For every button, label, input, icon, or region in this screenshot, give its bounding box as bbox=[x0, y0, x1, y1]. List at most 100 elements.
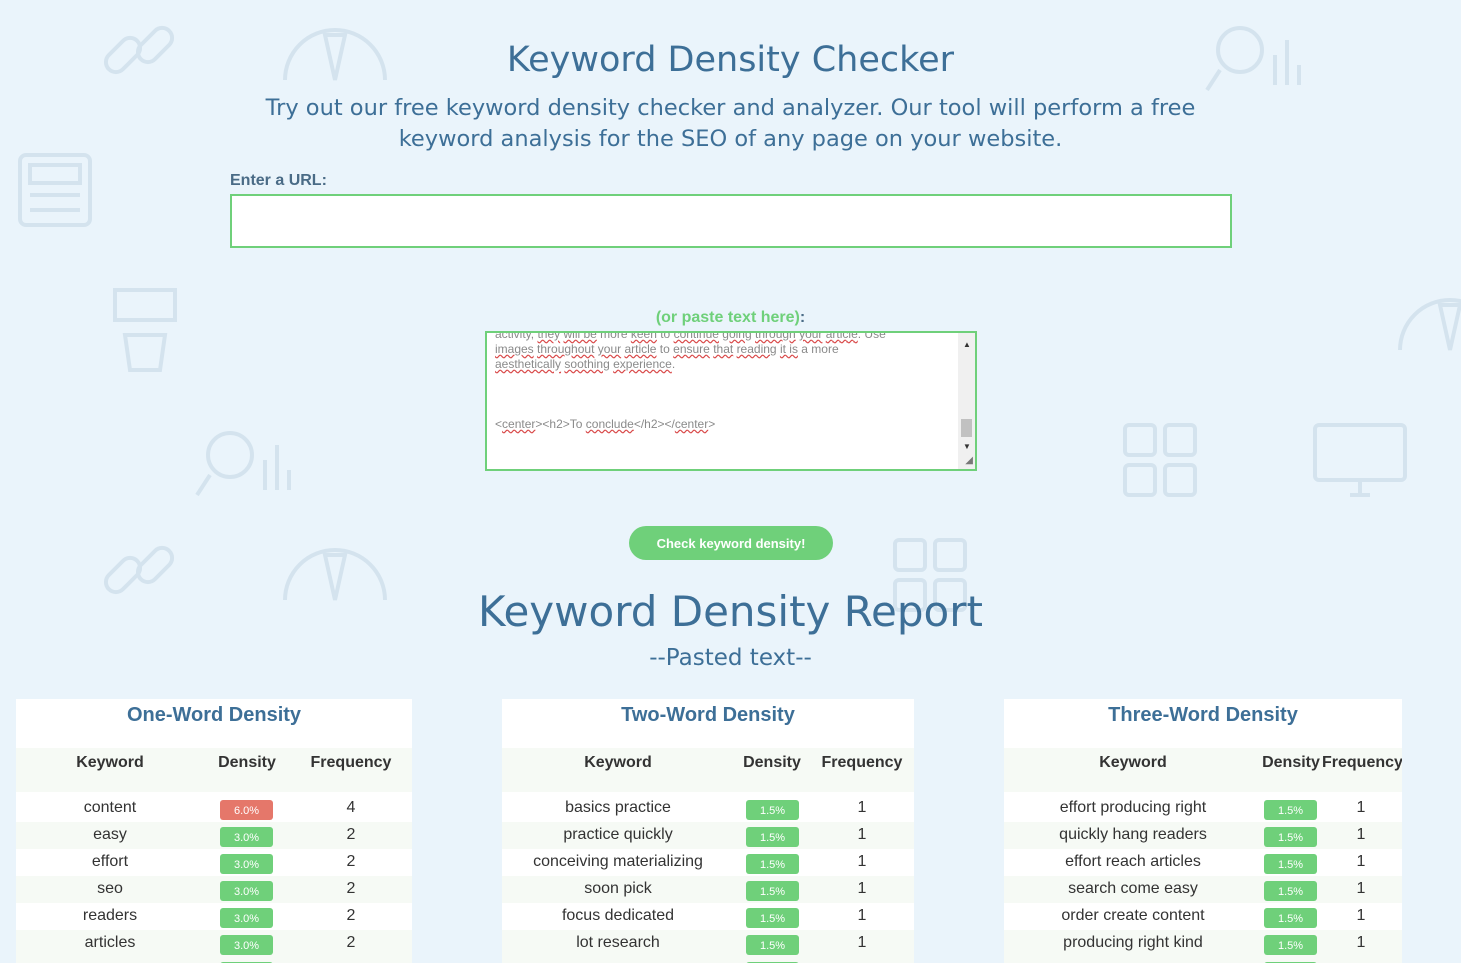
calculator-grid-icon bbox=[1123, 423, 1197, 497]
magnifier-chart-icon bbox=[195, 431, 291, 497]
frequency-cell: 2 bbox=[346, 907, 356, 924]
textarea-word: center bbox=[502, 417, 536, 431]
table-row: lot research 1.5% 1 bbox=[502, 930, 914, 957]
textarea-word: activity, bbox=[495, 331, 538, 341]
keyword-cell: easy bbox=[93, 826, 127, 843]
textarea-word: throughout bbox=[537, 342, 595, 356]
density-badge: 1.5% bbox=[1264, 908, 1317, 928]
density-badge: 1.5% bbox=[746, 854, 799, 874]
three-word-density-table: Three-Word Density Keyword Density Frequenc… bbox=[1004, 699, 1402, 963]
textarea-word: ><h2>To bbox=[535, 417, 586, 431]
scroll-down-arrow-icon[interactable]: ▼ bbox=[963, 439, 971, 454]
textarea-word: </h2></ bbox=[633, 417, 675, 431]
textarea-word: your bbox=[799, 331, 823, 341]
table-row-partial bbox=[502, 957, 914, 963]
keyword-cell: quickly hang readers bbox=[1059, 826, 1207, 843]
textarea-word: it is bbox=[779, 342, 798, 356]
table-title: One-Word Density bbox=[126, 704, 302, 726]
textarea-content: activity, they will be more keen to cont… bbox=[495, 333, 950, 432]
density-badge: 1.5% bbox=[746, 935, 799, 955]
two-word-density-table: Two-Word Density Keyword Density Frequency b… bbox=[502, 699, 914, 963]
scroll-thumb[interactable] bbox=[961, 419, 972, 437]
textarea-line: aesthetically soothing experience. bbox=[495, 357, 950, 372]
keyword-cell: lot research bbox=[576, 934, 660, 951]
keyword-cell: focus dedicated bbox=[561, 907, 675, 924]
one-word-density-table: One-Word Density Keyword Density Frequency c… bbox=[16, 699, 412, 963]
paste-label-text: (or paste text here) bbox=[655, 309, 800, 326]
plant-icon bbox=[113, 288, 177, 372]
table-row: practice quickly 1.5% 1 bbox=[502, 822, 914, 849]
density-badge: 1.5% bbox=[746, 800, 799, 820]
monitor-icon bbox=[1313, 423, 1407, 497]
keyword-cell: order create content bbox=[1061, 907, 1205, 924]
report-title: Keyword Density Report bbox=[478, 587, 983, 636]
frequency-cell: 1 bbox=[1356, 799, 1366, 816]
frequency-cell: 2 bbox=[346, 853, 356, 870]
density-badge: 1.5% bbox=[1264, 935, 1317, 955]
textarea-word: reading bbox=[736, 342, 777, 356]
table-row-partial bbox=[1004, 957, 1402, 963]
calculator-icon bbox=[18, 153, 92, 227]
density-badge: 1.5% bbox=[746, 908, 799, 928]
density-badge: 1.5% bbox=[1264, 827, 1317, 847]
keyword-cell: practice quickly bbox=[563, 826, 673, 843]
table-row: effort 3.0% 2 bbox=[16, 849, 412, 876]
textarea-line: images throughout your article to ensure… bbox=[495, 342, 950, 357]
keyword-cell: effort producing right bbox=[1059, 799, 1207, 816]
frequency-cell: 1 bbox=[857, 934, 867, 951]
check-keyword-density-button[interactable]: Check keyword density! bbox=[629, 526, 833, 560]
textarea-word: through bbox=[755, 331, 796, 341]
density-badge: 3.0% bbox=[220, 827, 273, 847]
table-title: Three-Word Density bbox=[1108, 704, 1298, 726]
density-badge: 3.0% bbox=[220, 854, 273, 874]
density-badge: 1.5% bbox=[1264, 800, 1317, 820]
textarea-word: that bbox=[713, 342, 734, 356]
frequency-cell: 1 bbox=[1356, 853, 1366, 870]
keyword-cell: basics practice bbox=[565, 799, 671, 816]
table-row: quickly hang readers 1.5% 1 bbox=[1004, 822, 1402, 849]
textarea-scrollbar[interactable]: ▲ ▼ ◢ bbox=[958, 333, 975, 469]
table-row: content 6.0% 4 bbox=[16, 795, 412, 822]
table-row: producing right kind 1.5% 1 bbox=[1004, 930, 1402, 957]
table-row: effort producing right 1.5% 1 bbox=[1004, 795, 1402, 822]
frequency-header: Frequency bbox=[821, 754, 903, 771]
frequency-header: Frequency bbox=[310, 754, 392, 771]
page-subtitle: Try out our free keyword density checker… bbox=[265, 95, 1196, 152]
textarea-line: activity, they will be more keen to cont… bbox=[495, 331, 950, 342]
frequency-header: Frequency bbox=[1322, 754, 1402, 771]
frequency-cell: 2 bbox=[346, 880, 356, 897]
textarea-word: more bbox=[596, 331, 631, 341]
density-badge: 3.0% bbox=[220, 881, 273, 901]
textarea-word: going bbox=[722, 331, 752, 341]
density-badge: 6.0% bbox=[220, 800, 273, 820]
textarea-word: < bbox=[495, 417, 503, 431]
table-row: focus dedicated 1.5% 1 bbox=[502, 903, 914, 930]
table-row: effort reach articles 1.5% 1 bbox=[1004, 849, 1402, 876]
table-row: basics practice 1.5% 1 bbox=[502, 795, 914, 822]
table-row: seo 3.0% 2 bbox=[16, 876, 412, 903]
frequency-cell: 1 bbox=[857, 853, 867, 870]
table-row: order create content 1.5% 1 bbox=[1004, 903, 1402, 930]
textarea-word: aesthetically bbox=[495, 357, 562, 371]
url-input[interactable] bbox=[230, 194, 1232, 248]
keyword-header: Keyword bbox=[1099, 754, 1167, 771]
frequency-cell: 1 bbox=[1356, 934, 1366, 951]
scroll-up-arrow-icon[interactable]: ▲ bbox=[963, 337, 971, 352]
table-row: conceiving materializing 1.5% 1 bbox=[502, 849, 914, 876]
textarea-word: keen bbox=[630, 331, 657, 341]
textarea-word: images bbox=[495, 342, 534, 356]
frequency-cell: 1 bbox=[1356, 826, 1366, 843]
page-title: Keyword Density Checker bbox=[506, 40, 955, 80]
density-badge: 1.5% bbox=[1264, 881, 1317, 901]
textarea-word: article bbox=[825, 331, 858, 341]
keyword-cell: effort bbox=[91, 853, 129, 870]
textarea-word: will be bbox=[563, 331, 597, 341]
textarea-word: ensure bbox=[673, 342, 710, 356]
resize-grip-icon[interactable]: ◢ bbox=[965, 453, 973, 468]
keyword-cell: content bbox=[83, 799, 137, 816]
paste-text-label: (or paste text here): bbox=[0, 309, 1461, 327]
density-badge: 1.5% bbox=[746, 827, 799, 847]
paste-textarea[interactable]: activity, they will be more keen to cont… bbox=[485, 331, 977, 471]
keyword-cell: search come easy bbox=[1068, 880, 1198, 897]
textarea-word: article bbox=[624, 342, 657, 356]
